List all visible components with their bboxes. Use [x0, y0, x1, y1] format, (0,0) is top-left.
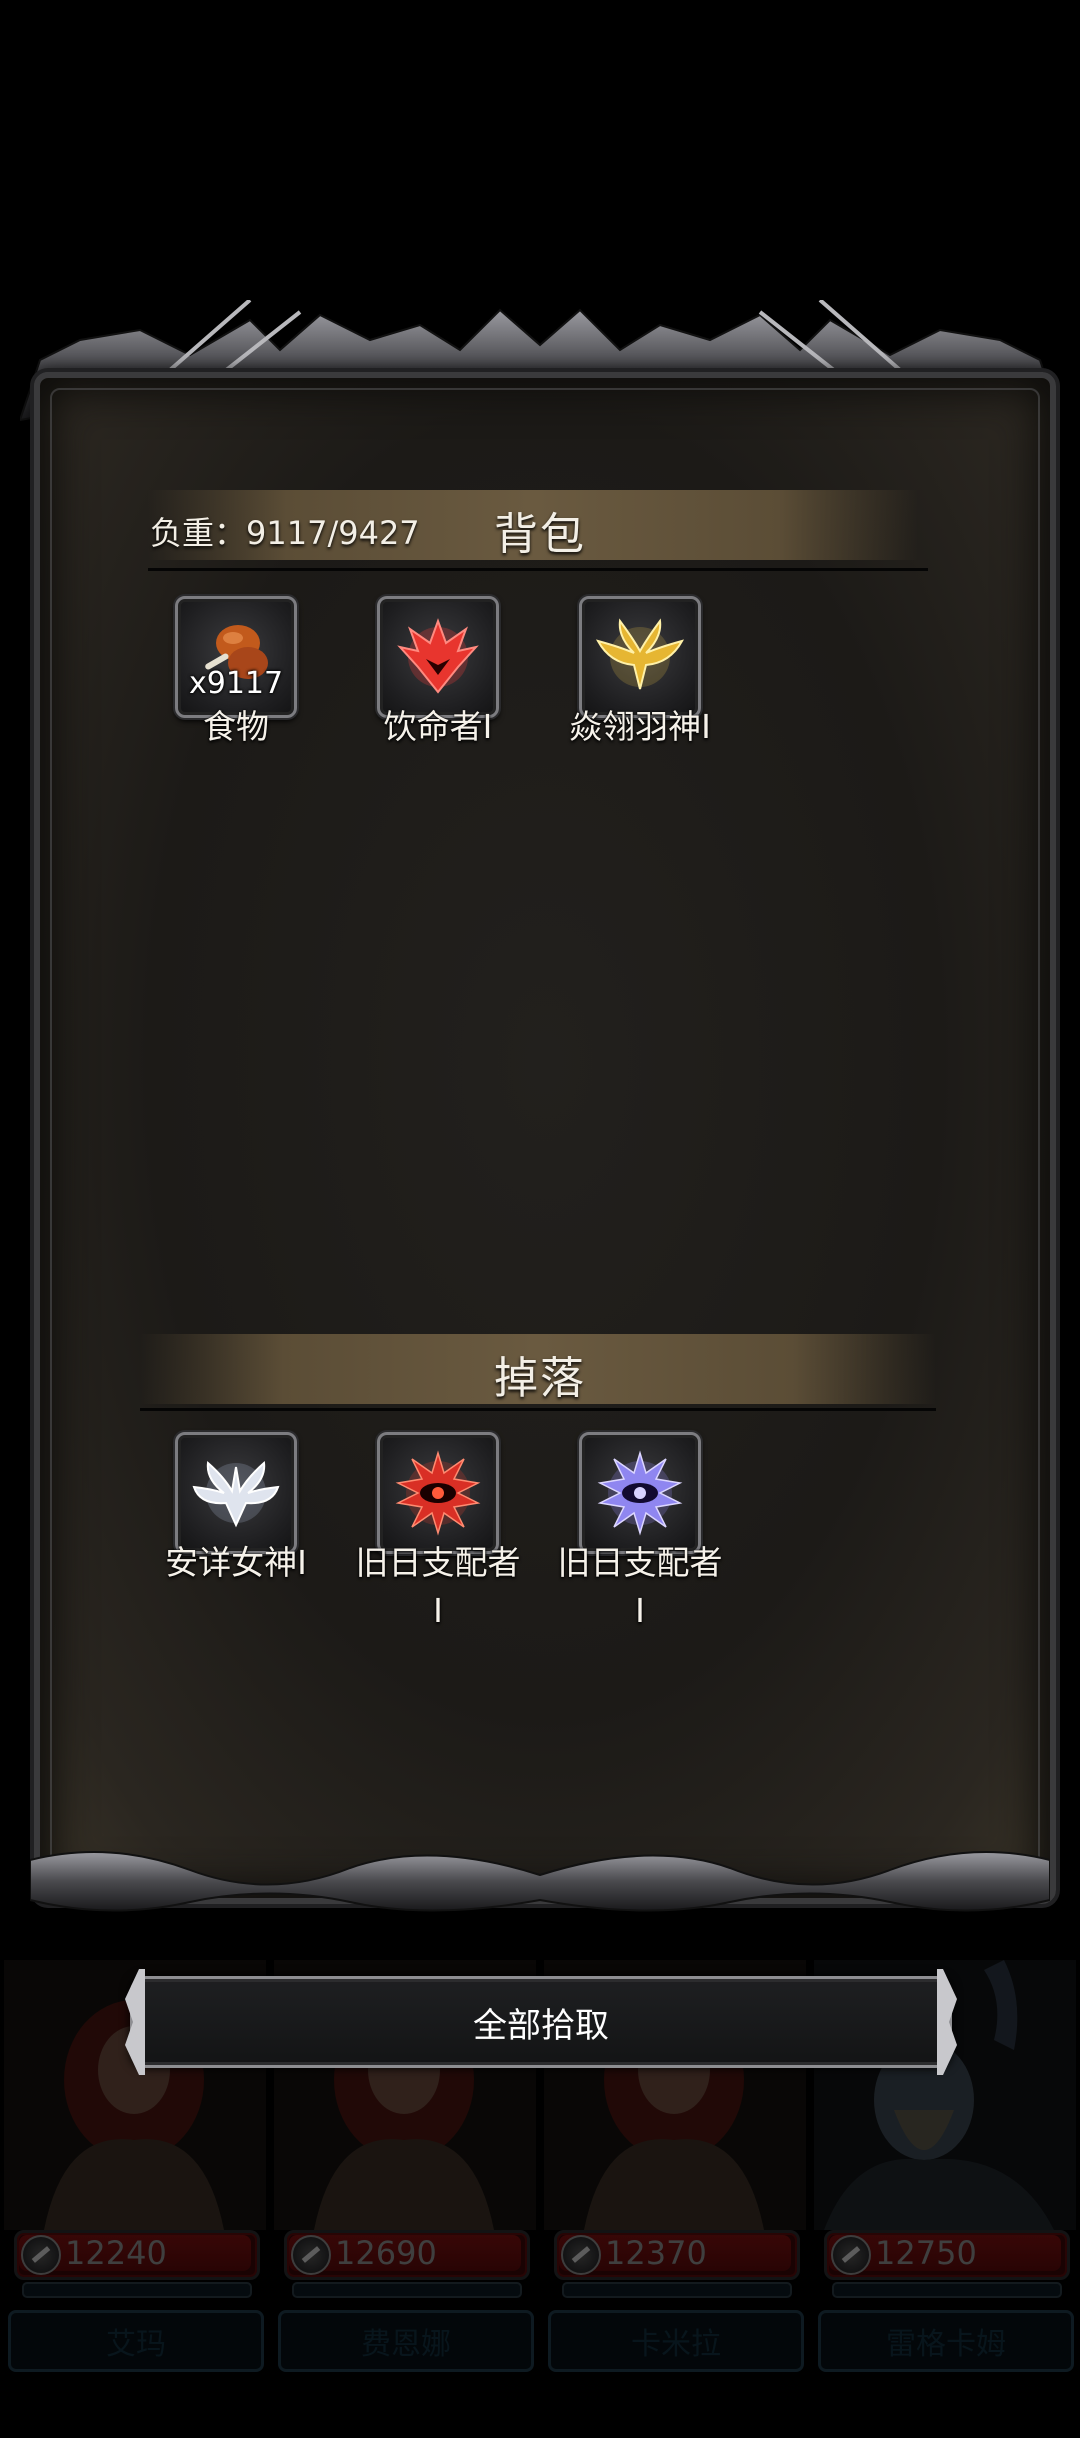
drops-title: 掉落	[494, 1353, 586, 1404]
hero-exp-bar	[832, 2282, 1062, 2298]
inventory-slot-food[interactable]: x9117	[175, 596, 297, 718]
old-ruler-red-eye-icon	[395, 1450, 481, 1536]
hero-exp-bar	[292, 2282, 522, 2298]
item-name-serene-goddess: 安详女神Ⅰ	[165, 1543, 307, 1582]
sword-icon	[561, 2235, 601, 2275]
carry-weight-label: 负重：9117/9427	[150, 514, 420, 552]
hero-name: 雷格卡姆	[818, 2310, 1074, 2372]
item-quantity: x9117	[189, 666, 284, 701]
hero-hp-bar: 12240	[14, 2230, 260, 2280]
drop-slot-serene-goddess[interactable]	[175, 1432, 297, 1554]
sword-icon	[291, 2235, 331, 2275]
button-right-ornament	[937, 1969, 957, 2075]
item-name-line1: 旧日支配者	[355, 1543, 521, 1582]
drop-slot-old-ruler-red[interactable]	[377, 1432, 499, 1554]
hero-hp-bar: 12750	[824, 2230, 1070, 2280]
serene-goddess-rune-icon	[192, 1461, 280, 1528]
inventory-title: 背包	[494, 509, 586, 560]
hero-hp-value: 12750	[875, 2234, 977, 2272]
sword-icon	[21, 2235, 61, 2275]
item-name-line2: Ⅰ	[635, 1591, 645, 1630]
item-name-old-ruler-red: 旧日支配者 Ⅰ	[338, 1539, 538, 1635]
drops-header-divider	[140, 1408, 936, 1411]
button-left-ornament	[125, 1969, 145, 2075]
hero-hp-bar: 12370	[554, 2230, 800, 2280]
hero-name: 艾玛	[8, 2310, 264, 2372]
drop-slot-old-ruler-violet[interactable]	[579, 1432, 701, 1554]
hero-exp-bar	[562, 2282, 792, 2298]
item-name-food: 食物	[203, 707, 269, 746]
hero-name: 费恩娜	[278, 2310, 534, 2372]
hero-exp-bar	[22, 2282, 252, 2298]
hero-hp-value: 12370	[605, 2234, 707, 2272]
item-name-line2: Ⅰ	[433, 1591, 443, 1630]
panel-bottom-frame-ornament	[30, 1851, 1050, 1912]
hero-hp-bar: 12690	[284, 2230, 530, 2280]
old-ruler-violet-eye-icon	[597, 1450, 683, 1536]
inventory-slot-lifedrinker[interactable]	[377, 596, 499, 718]
pick-all-label: 全部拾取	[473, 2005, 609, 2046]
inventory-slot-golden-wings[interactable]	[579, 596, 701, 718]
item-name-old-ruler-violet: 旧日支配者 Ⅰ	[540, 1539, 740, 1635]
hero-hp-value: 12240	[65, 2234, 167, 2272]
hero-hp-value: 12690	[335, 2234, 437, 2272]
item-name-lifedrinker: 饮命者Ⅰ	[383, 707, 493, 746]
sword-icon	[831, 2235, 871, 2275]
item-name-golden-wings: 焱翎羽神Ⅰ	[569, 707, 711, 746]
hero-name: 卡米拉	[548, 2310, 804, 2372]
lifedrinker-rune-icon	[397, 618, 479, 694]
pick-all-button[interactable]: 全部拾取	[125, 1969, 957, 2075]
golden-wings-rune-icon	[595, 618, 685, 690]
item-name-line1: 旧日支配者	[557, 1543, 723, 1582]
inventory-header-divider	[148, 568, 928, 571]
